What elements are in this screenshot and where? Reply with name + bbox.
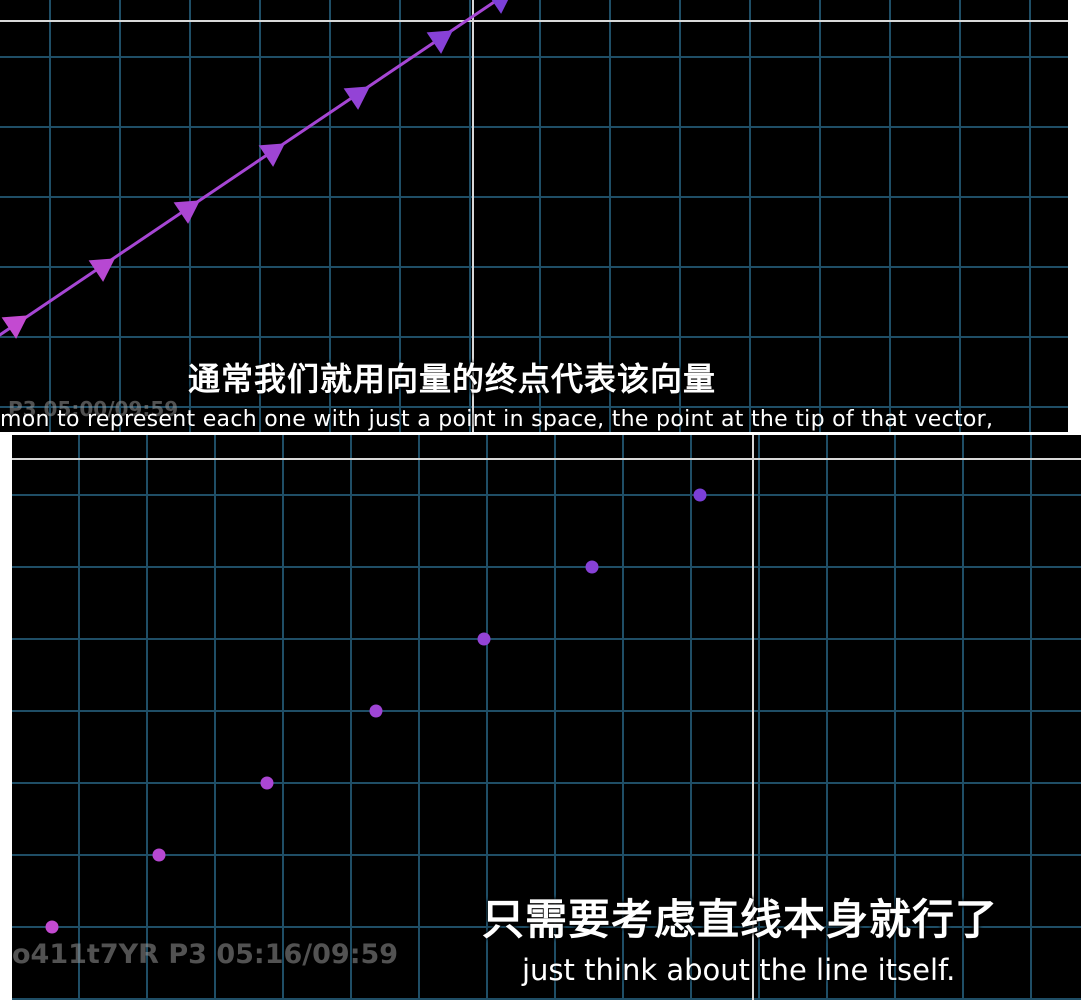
vector-tip-point [369,704,383,718]
timestamp: o411t7YR P3 05:16/09:59 [12,939,399,970]
subtitle-english: just think about the line itself. [522,953,956,987]
vector-arrowhead [258,143,285,167]
vector-tip-point [260,776,274,790]
subtitle-english: mon to represent each one with just a po… [0,407,994,432]
subtitle-chinese: 通常我们就用向量的终点代表该向量 [188,360,717,398]
vector-tip-point [477,632,491,646]
video-frame-bottom: 只需要考虑直线本身就行了 o411t7YR P3 05:16/09:59 jus… [12,435,1081,1000]
vector-arrowhead [88,258,115,282]
vector-arrowhead [343,86,370,110]
vector-tip-point [585,560,599,574]
vector-line [0,0,500,337]
vector-tip-point [45,920,59,934]
vector-arrowhead [426,30,453,54]
subtitle-chinese: 只需要考虑直线本身就行了 [482,895,999,944]
video-frame-top: P3 05:00/09:59 通常我们就用向量的终点代表该向量 mon to r… [0,0,1068,432]
vector-arrowhead [1,315,28,339]
vector-tip-point [693,488,707,502]
vector-tip-point [152,848,166,862]
